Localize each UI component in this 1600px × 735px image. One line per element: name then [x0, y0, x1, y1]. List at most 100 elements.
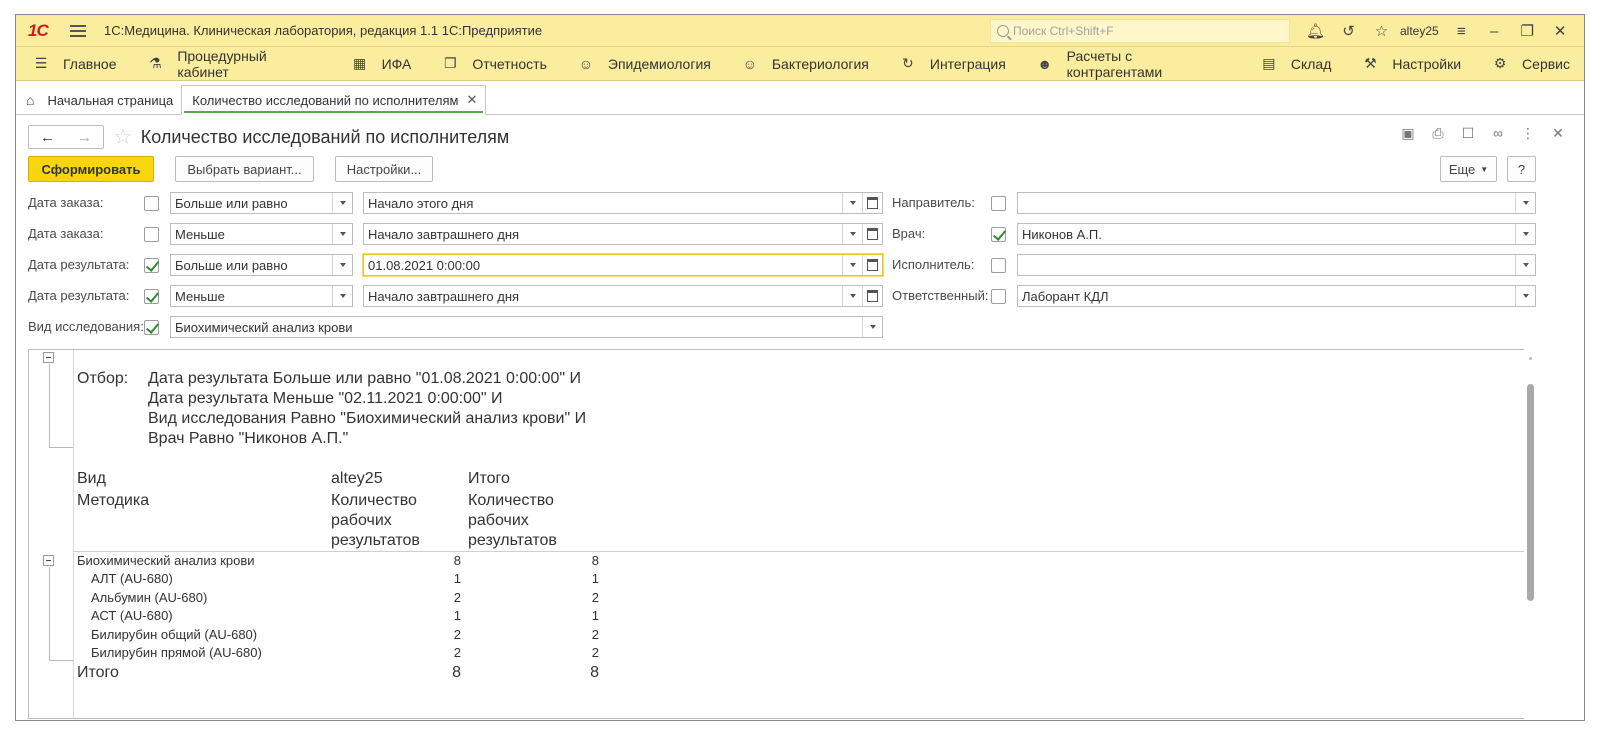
condition-select[interactable]: Меньше: [170, 285, 353, 307]
tab-home[interactable]: ⌂ Начальная страница: [16, 85, 181, 115]
settings-button[interactable]: Настройки...: [335, 156, 433, 182]
help-button[interactable]: ?: [1507, 156, 1536, 182]
close-icon[interactable]: ✕: [1544, 15, 1577, 47]
doctor-select[interactable]: Никонов А.П.: [1017, 223, 1536, 245]
section-settings[interactable]: ⚒ Настройки: [1345, 47, 1475, 81]
main-menu-icon[interactable]: [70, 24, 86, 37]
dropdown-arrow-icon[interactable]: [332, 255, 352, 275]
table-row-name[interactable]: АЛТ (AU-680): [91, 570, 173, 588]
save-icon[interactable]: ▣: [1393, 125, 1423, 142]
dropdown-arrow-icon[interactable]: [862, 317, 882, 337]
value-field[interactable]: 01.08.2021 0:00:00: [363, 254, 883, 276]
bell-icon[interactable]: 🔔︎: [1299, 15, 1332, 47]
more-button[interactable]: Еще ▼: [1440, 156, 1497, 182]
section-warehouse[interactable]: ▤ Склад: [1244, 47, 1346, 81]
condition-select[interactable]: Меньше: [170, 223, 353, 245]
calendar-icon[interactable]: [862, 224, 882, 244]
section-bacteriology[interactable]: ☺ Бактериология: [725, 47, 883, 81]
username[interactable]: altey25: [1400, 24, 1439, 38]
calendar-icon[interactable]: [862, 193, 882, 213]
grouping-separator: [73, 350, 74, 718]
group-row-name[interactable]: Биохимический анализ крови: [77, 552, 255, 570]
favorites-star-icon[interactable]: ☆: [1365, 15, 1398, 47]
filter-checkbox[interactable]: [991, 289, 1006, 304]
dropdown-arrow-icon[interactable]: [1515, 193, 1535, 213]
condition-select[interactable]: Больше или равно: [170, 254, 353, 276]
table-row-name[interactable]: АСТ (AU-680): [91, 607, 173, 625]
restore-icon[interactable]: ❐: [1511, 15, 1544, 47]
metric-header: результатов: [468, 532, 557, 549]
section-integration[interactable]: ↻ Интеграция: [883, 47, 1020, 81]
choose-variant-button[interactable]: Выбрать вариант...: [175, 156, 314, 182]
report-document[interactable]: Отбор: Дата результата Больше или равно …: [28, 349, 1538, 719]
minimize-icon[interactable]: –: [1478, 15, 1511, 47]
generate-button[interactable]: Сформировать: [28, 156, 154, 182]
scroll-up-arrow-icon[interactable]: [1529, 357, 1532, 360]
preview-icon[interactable]: ☐: [1453, 125, 1483, 142]
collapse-group-icon[interactable]: [43, 555, 54, 566]
referrer-select[interactable]: [1017, 192, 1536, 214]
section-epidemiology[interactable]: ☺ Эпидемиология: [561, 47, 725, 81]
filter-checkbox[interactable]: [144, 289, 159, 304]
tab-close-icon[interactable]: ✕: [466, 92, 477, 108]
filter-checkbox[interactable]: [144, 258, 159, 273]
calendar-icon[interactable]: [862, 255, 882, 275]
value-field[interactable]: Начало завтрашнего дня: [363, 223, 883, 245]
condition-select[interactable]: Больше или равно: [170, 192, 353, 214]
column-header-method: Методика: [77, 492, 150, 509]
condition-value: Больше или равно: [175, 258, 288, 273]
filter-checkbox[interactable]: [144, 196, 159, 211]
dropdown-arrow-icon[interactable]: [1515, 224, 1535, 244]
scrollbar-thumb[interactable]: [1527, 384, 1534, 601]
dropdown-arrow-icon[interactable]: [332, 224, 352, 244]
responsible-select[interactable]: Лаборант КДЛ: [1017, 285, 1536, 307]
field-value: Начало этого дня: [368, 196, 474, 211]
dropdown-arrow-icon[interactable]: [1515, 255, 1535, 275]
navigation-buttons: ← →: [28, 125, 104, 149]
grand-total-value: 8: [590, 664, 599, 681]
column-header-kind: Вид: [77, 470, 106, 487]
dropdown-arrow-icon[interactable]: [332, 193, 352, 213]
favorite-star-icon[interactable]: ☆: [113, 126, 133, 148]
dropdown-arrow-icon[interactable]: [842, 193, 862, 213]
more-vertical-icon[interactable]: ⋮: [1513, 125, 1543, 142]
report-scrollbar[interactable]: [1524, 349, 1538, 719]
filter-label: Дата результата:: [28, 257, 130, 272]
filter-checkbox[interactable]: [144, 320, 159, 335]
link-icon[interactable]: ∞: [1483, 125, 1513, 142]
forward-arrow-icon[interactable]: →: [77, 129, 92, 146]
settings-menu-icon[interactable]: ≡: [1445, 15, 1478, 47]
back-arrow-icon[interactable]: ←: [40, 129, 55, 146]
section-settlements[interactable]: ☻ Расчеты с контрагентами: [1020, 47, 1244, 81]
close-form-icon[interactable]: ✕: [1543, 125, 1573, 142]
print-icon[interactable]: ⎙: [1423, 125, 1453, 142]
collapse-header-icon[interactable]: [43, 352, 54, 363]
dropdown-arrow-icon[interactable]: [1515, 286, 1535, 306]
section-main[interactable]: ☰ Главное: [16, 47, 131, 81]
value-field[interactable]: Начало этого дня: [363, 192, 883, 214]
filter-checkbox[interactable]: [991, 196, 1006, 211]
calendar-icon[interactable]: [862, 286, 882, 306]
filter-checkbox[interactable]: [144, 227, 159, 242]
study-kind-select[interactable]: Биохимический анализ крови: [170, 316, 883, 338]
table-row-name[interactable]: Билирубин прямой (AU-680): [91, 644, 262, 662]
section-ifa[interactable]: ▦ ИФА: [335, 47, 426, 81]
tab-report[interactable]: Количество исследований по исполнителям …: [181, 85, 487, 115]
section-service[interactable]: ⚙ Сервис: [1475, 47, 1584, 81]
search-input[interactable]: Поиск Ctrl+Shift+F: [990, 19, 1290, 43]
section-reports[interactable]: ❐ Отчетность: [425, 47, 561, 81]
section-label: Процедурный кабинет: [177, 47, 267, 80]
dropdown-arrow-icon[interactable]: [332, 286, 352, 306]
dropdown-arrow-icon[interactable]: [842, 286, 862, 306]
table-row-name[interactable]: Альбумин (AU-680): [91, 589, 207, 607]
dropdown-arrow-icon[interactable]: [842, 255, 862, 275]
executor-select[interactable]: [1017, 254, 1536, 276]
filter-checkbox[interactable]: [991, 258, 1006, 273]
table-row-name[interactable]: Билирубин общий (AU-680): [91, 626, 257, 644]
section-procedure[interactable]: ⚗ Процедурный кабинет: [131, 47, 335, 81]
filter-checkbox[interactable]: [991, 227, 1006, 242]
dropdown-arrow-icon[interactable]: [842, 224, 862, 244]
history-icon[interactable]: ↺: [1332, 15, 1365, 47]
section-panel: ☰ Главное ⚗ Процедурный кабинет ▦ ИФА ❐ Отче…: [16, 47, 1584, 81]
value-field[interactable]: Начало завтрашнего дня: [363, 285, 883, 307]
